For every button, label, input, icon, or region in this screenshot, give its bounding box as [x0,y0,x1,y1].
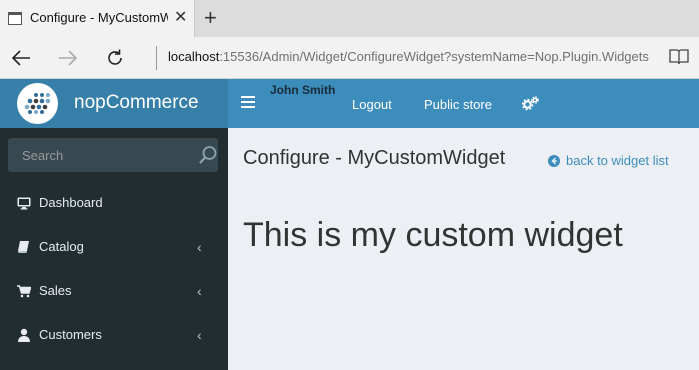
gears-icon[interactable] [521,96,539,111]
admin-header: nopCommerce John Smith Logout Public sto… [0,79,699,128]
back-link-label: back to widget list [566,153,669,168]
page-title: Configure - MyCustomWidget [243,147,506,169]
search-input[interactable]: Search [22,148,63,163]
browser-address-bar: localhost:15536/Admin/Widget/ConfigureWi… [0,37,699,79]
sidebar-search[interactable]: Search [8,138,218,172]
tab-close-icon[interactable]: ✕ [174,8,187,28]
sidebar-item-label: Customers [39,327,102,342]
logo-text: nopCommerce [74,92,199,113]
sidebar-item-catalog[interactable]: Catalog ‹ [0,228,228,268]
forward-arrow-icon[interactable] [55,45,81,71]
chevron-left-icon: ‹ [197,239,202,255]
logo[interactable]: nopCommerce [0,79,228,128]
sidebar-item-label: Catalog [39,239,84,254]
url-path: :15536/Admin/Widget/ConfigureWidget?syst… [219,49,649,64]
back-arrow-icon[interactable] [8,45,34,71]
main-content: Configure - MyCustomWidget back to widge… [228,128,699,370]
refresh-icon[interactable] [102,45,128,71]
reading-view-icon[interactable] [668,47,690,67]
sidebar-item-customers[interactable]: Customers ‹ [0,316,228,356]
page-favicon-icon [8,12,22,25]
address-separator [156,46,157,70]
logout-link[interactable]: Logout [352,97,392,112]
user-name: John Smith [270,83,336,97]
tab-title: Configure - MyCustomW [30,10,168,25]
search-icon[interactable] [198,145,218,165]
shopping-cart-icon [17,284,32,298]
sidebar-item-label: Dashboard [39,195,103,210]
desktop-icon [17,196,31,210]
sidebar: Search Dashboard Catalog ‹ Sales ‹ Custo… [0,128,228,370]
back-to-widget-list-link[interactable]: back to widget list [548,153,669,168]
public-store-link[interactable]: Public store [424,97,492,112]
chevron-left-icon: ‹ [197,283,202,299]
hamburger-menu-icon[interactable] [241,96,255,110]
chevron-left-icon: ‹ [197,327,202,343]
user-icon [17,328,31,342]
sidebar-item-label: Sales [39,283,72,298]
browser-tab[interactable]: Configure - MyCustomW ✕ [0,0,195,37]
book-icon [17,240,31,254]
new-tab-icon[interactable]: + [204,5,217,31]
sidebar-item-dashboard[interactable]: Dashboard [0,184,228,224]
url-field[interactable]: localhost:15536/Admin/Widget/ConfigureWi… [168,49,658,64]
arrow-circle-left-icon [548,154,560,167]
nopcommerce-logo-icon [17,83,58,124]
widget-content-text: This is my custom widget [243,216,623,254]
url-host: localhost [168,49,220,64]
browser-tab-bar: Configure - MyCustomW ✕ + [0,0,699,37]
sidebar-item-sales[interactable]: Sales ‹ [0,272,228,312]
